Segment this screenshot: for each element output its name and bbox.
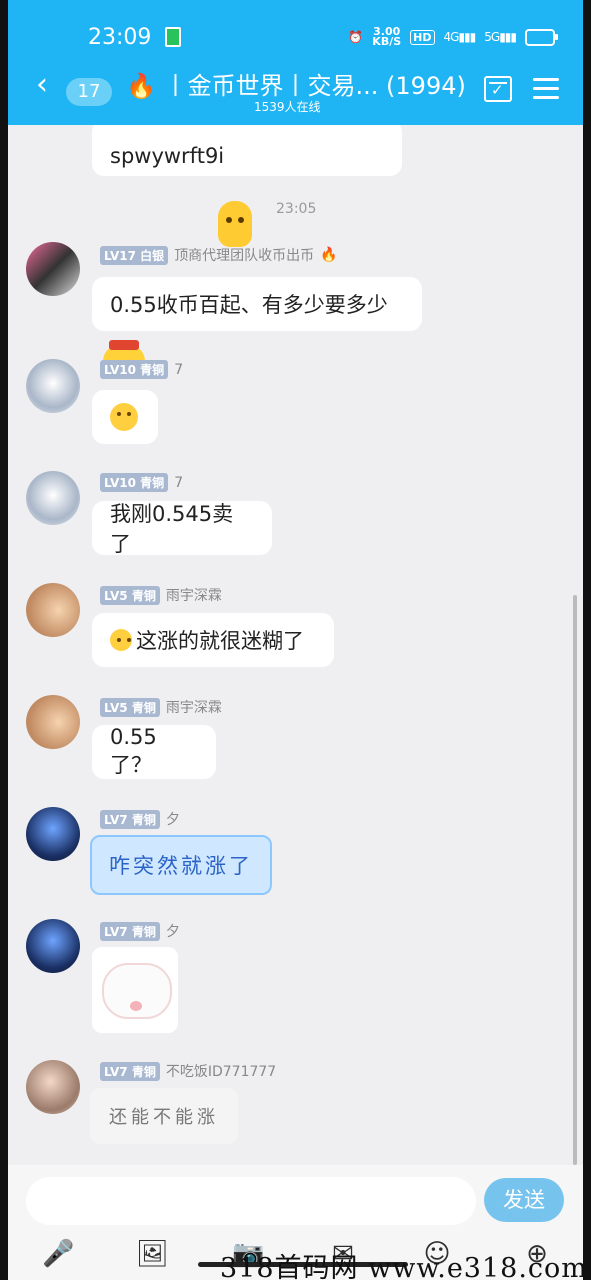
level-badge: LV17 白银: [100, 245, 169, 265]
avatar[interactable]: [26, 359, 80, 413]
sender-name: 不吃饭ID771777: [165, 1064, 277, 1080]
dizzy-emoji-icon: [110, 629, 132, 651]
message-text: 0.55收币百起、有多少要多少: [110, 293, 388, 317]
group-title-text: 丨金币世界丨交易... (1994): [163, 72, 466, 100]
sender-name: 雨宇深霖: [165, 588, 222, 604]
laugh-emoji-icon: [110, 403, 138, 431]
sender-name: 夕: [165, 812, 180, 828]
sender-meta: LV10 青铜 7: [100, 473, 183, 492]
timestamp: 23:05: [276, 201, 317, 217]
avatar[interactable]: [26, 242, 80, 296]
message-bubble-2[interactable]: 0.55收币百起、有多少要多少: [92, 277, 422, 331]
sender-meta: LV7 青铜 不吃饭ID771777: [100, 1061, 276, 1081]
send-button[interactable]: 发送: [484, 1178, 564, 1222]
chat-header: 23:09 ⏰ 3.00 KB/S HD 4G▮▮▮ 5G▮▮▮ ‹ 17 🔥 …: [8, 0, 583, 125]
nav-bar: ‹ 17 🔥 丨金币世界丨交易... (1994) 1539人在线: [8, 62, 583, 114]
level-badge: LV5 青铜: [100, 697, 160, 717]
avatar[interactable]: [26, 919, 80, 973]
cat-sticker-icon[interactable]: [92, 947, 178, 1033]
hd-icon: HD: [410, 29, 435, 45]
message-text: spwywrft9i: [110, 144, 225, 168]
right-edge: [583, 0, 591, 1280]
unread-badge[interactable]: 17: [66, 78, 112, 106]
level-badge: LV10 青铜: [100, 360, 169, 379]
fire-icon: 🔥: [126, 72, 156, 100]
message-text: 0.55了？: [110, 725, 157, 777]
sender-meta: LV17 白银 顶商代理团队收币出币 🔥: [100, 245, 338, 265]
sender-name: 夕: [165, 924, 180, 940]
emoji-bubble[interactable]: [92, 390, 158, 444]
sender-name: 7: [174, 474, 184, 491]
network-speed: 3.00 KB/S: [372, 26, 402, 48]
message-bubble-4[interactable]: 这涨的就很迷糊了: [92, 613, 334, 667]
screen: 23:09 ⏰ 3.00 KB/S HD 4G▮▮▮ 5G▮▮▮ ‹ 17 🔥 …: [0, 0, 591, 1280]
sender-name: 顶商代理团队收币出币: [174, 248, 315, 264]
message-bubble-5[interactable]: 0.55了？: [92, 725, 216, 779]
level-badge: LV7 青铜: [100, 921, 160, 941]
sender-meta: LV10 青铜 7: [100, 360, 183, 379]
alarm-icon: ⏰: [348, 30, 364, 44]
avatar[interactable]: [26, 1060, 80, 1114]
avatar[interactable]: [26, 695, 80, 749]
message-bubble-1[interactable]: spwywrft9i: [92, 125, 402, 176]
sender-meta: LV7 青铜 夕: [100, 921, 180, 941]
avatar[interactable]: [26, 471, 80, 525]
message-input[interactable]: [26, 1177, 476, 1225]
level-badge: LV10 青铜: [100, 473, 169, 492]
signal-icon-4g: 4G▮▮▮: [443, 30, 477, 44]
calendar-icon[interactable]: [484, 76, 512, 102]
sticker-bubble[interactable]: 还能不能涨: [90, 1088, 238, 1144]
level-badge: LV7 青铜: [100, 1061, 160, 1081]
level-badge: LV5 青铜: [100, 585, 160, 605]
status-icons: ⏰ 3.00 KB/S HD 4G▮▮▮ 5G▮▮▮: [348, 26, 558, 48]
back-arrow-icon[interactable]: ‹: [36, 70, 48, 100]
signal-icon-5g: 5G▮▮▮: [484, 30, 517, 44]
menu-icon[interactable]: [533, 78, 559, 100]
avatar[interactable]: [26, 583, 80, 637]
watermark: 318首码网 www.e318.com: [220, 1253, 588, 1280]
message-text: 这涨的就很迷糊了: [136, 629, 304, 653]
sender-meta: LV7 青铜 夕: [100, 809, 180, 829]
voice-icon[interactable]: 🎤: [42, 1239, 74, 1269]
sender-name: 7: [174, 361, 184, 378]
sender-meta: LV5 青铜 雨宇深霖: [100, 697, 222, 717]
message-text: 我刚0.545卖了: [110, 502, 234, 556]
sender-name: 雨宇深霖: [165, 700, 222, 716]
chat-area[interactable]: spwywrft9i 23:05 LV17 白银 顶商代理团队收币出币 🔥 0.…: [8, 125, 583, 1165]
avatar[interactable]: [26, 807, 80, 861]
speed-unit: KB/S: [372, 35, 402, 48]
level-badge: LV7 青铜: [100, 809, 160, 829]
status-bar: 23:09 ⏰ 3.00 KB/S HD 4G▮▮▮ 5G▮▮▮: [88, 22, 558, 52]
group-title: 🔥 丨金币世界丨交易... (1994): [126, 66, 466, 101]
hand-emoji-icon: [218, 201, 252, 247]
message-bubble-3[interactable]: 我刚0.545卖了: [92, 501, 272, 556]
image-icon[interactable]: 🖼: [136, 1239, 169, 1269]
scrollbar[interactable]: [573, 595, 577, 1165]
charging-icon: [165, 27, 182, 47]
status-time: 23:09: [88, 24, 152, 50]
battery-icon: [525, 28, 558, 46]
sticker-bubble[interactable]: 咋突然就涨了: [90, 835, 272, 895]
fire-icon: 🔥: [320, 247, 338, 263]
sender-meta: LV5 青铜 雨宇深霖: [100, 585, 222, 605]
online-count: 1539人在线: [254, 100, 321, 114]
left-edge: [0, 0, 8, 1280]
